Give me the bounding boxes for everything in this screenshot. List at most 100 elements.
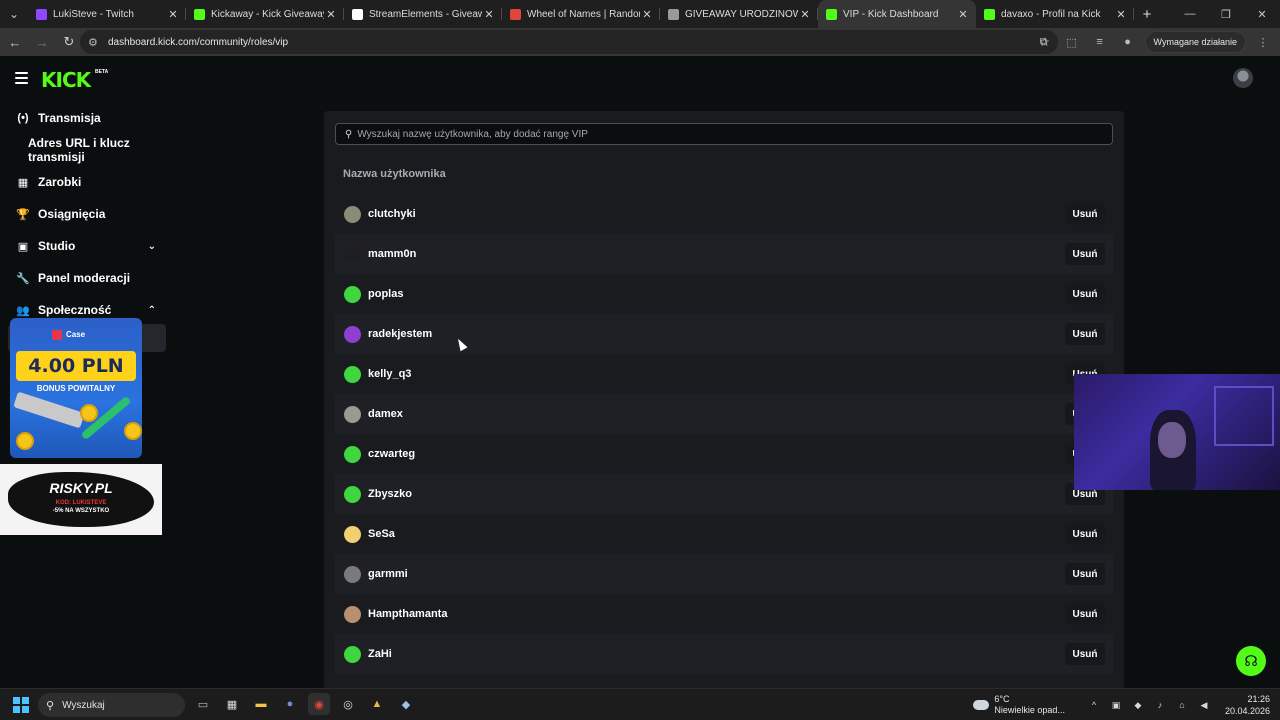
sidebar-item-4[interactable]: ▣ Studio ⌄ (0, 230, 170, 262)
profile-icon[interactable]: ● (1117, 36, 1139, 48)
close-window-icon[interactable]: ✕ (1244, 0, 1280, 28)
tab-close-icon[interactable]: ✕ (640, 8, 654, 21)
app-icon[interactable]: ▲ (366, 693, 388, 715)
vip-username[interactable]: mamm0n (368, 248, 1065, 260)
chevron-up-icon[interactable]: ⌃ (148, 305, 156, 316)
browser-tab[interactable]: LukiSteve - Twitch ✕ (28, 0, 186, 28)
taskbar-search[interactable]: ⚲ Wyszukaj (38, 693, 185, 717)
user-avatar[interactable] (344, 645, 361, 663)
windows-start-icon[interactable] (13, 697, 29, 713)
vip-username[interactable]: clutchyki (368, 208, 1065, 220)
tab-close-icon[interactable]: ✕ (956, 8, 970, 21)
remove-vip-button[interactable]: Usuń (1065, 283, 1105, 305)
user-avatar[interactable] (344, 285, 361, 303)
browser-tab[interactable]: davaxo - Profil na Kick ✕ (976, 0, 1134, 28)
tab-close-icon[interactable]: ✕ (482, 8, 496, 21)
risky-code: KOD: LUKISTEVE (55, 500, 107, 506)
vip-username[interactable]: czwarteg (368, 448, 1065, 460)
back-icon[interactable]: ← (3, 30, 27, 54)
vip-user-row: damexUsuń (335, 394, 1113, 434)
tab-title: davaxo - Profil na Kick (1001, 8, 1101, 20)
remove-vip-button[interactable]: Usuń (1065, 323, 1105, 345)
taskbar-clock[interactable]: 21:26 20.04.2026 (1225, 693, 1270, 717)
user-avatar[interactable] (344, 245, 361, 263)
hamburger-menu-icon[interactable] (15, 72, 28, 84)
user-avatar[interactable] (1233, 68, 1253, 88)
site-info-icon[interactable]: ⚙ (88, 36, 104, 49)
user-avatar[interactable] (344, 605, 361, 623)
vip-username[interactable]: damex (368, 408, 1065, 420)
remove-vip-button[interactable]: Usuń (1065, 243, 1105, 265)
maximize-icon[interactable]: ❐ (1208, 0, 1244, 28)
sidebar-item-1[interactable]: Adres URL i klucz transmisji (0, 134, 170, 166)
user-avatar[interactable] (344, 365, 361, 383)
volume-icon[interactable]: ◀ (1197, 700, 1211, 711)
extensions-icon[interactable]: ⬚ (1061, 36, 1083, 49)
chevron-down-icon[interactable]: ⌄ (148, 241, 156, 252)
remove-vip-button[interactable]: Usuń (1065, 603, 1105, 625)
tab-search-icon[interactable]: ⌄ (0, 0, 28, 28)
vip-username[interactable]: kelly_q3 (368, 368, 1065, 380)
vip-username[interactable]: Hampthamanta (368, 608, 1065, 620)
vip-username[interactable]: radekjestem (368, 328, 1065, 340)
tab-close-icon[interactable]: ✕ (324, 8, 338, 21)
user-avatar[interactable] (344, 405, 361, 423)
risky-discount: -5% NA WSZYSTKO (52, 508, 110, 514)
help-chat-button[interactable]: ☊ (1236, 646, 1266, 676)
discord-icon[interactable]: ● (279, 693, 301, 715)
share-icon[interactable]: ⧉ (1033, 36, 1055, 49)
media-icon[interactable]: ≡ (1089, 36, 1111, 48)
file-explorer-icon[interactable]: ▬ (250, 693, 272, 715)
chrome-icon[interactable]: ◉ (308, 693, 330, 715)
tray-chevron-icon[interactable]: ^ (1087, 700, 1101, 710)
sidebar-item-3[interactable]: 🏆 Osiągnięcia (0, 198, 170, 230)
vip-username[interactable]: Zbyszko (368, 488, 1065, 500)
vip-username[interactable]: poplas (368, 288, 1065, 300)
tab-title: VIP - Kick Dashboard (843, 8, 939, 20)
vip-search-box[interactable]: ⚲ (335, 123, 1113, 145)
steam-icon[interactable]: ◆ (395, 693, 417, 715)
new-tab-button[interactable]: + (1134, 6, 1160, 23)
required-action-button[interactable]: Wymagane działanie (1144, 31, 1246, 53)
browser-tab[interactable]: Wheel of Names | Random nam✕ (502, 0, 660, 28)
user-avatar[interactable] (344, 485, 361, 503)
app-icon[interactable]: ▦ (221, 693, 243, 715)
tray-app-icon[interactable]: ▣ (1109, 700, 1123, 711)
user-avatar[interactable] (344, 565, 361, 583)
user-avatar[interactable] (344, 205, 361, 223)
address-url[interactable]: dashboard.kick.com/community/roles/vip (108, 37, 288, 48)
remove-vip-button[interactable]: Usuń (1065, 523, 1105, 545)
browser-tab[interactable]: VIP - Kick Dashboard ✕ (818, 0, 976, 28)
browser-tab[interactable]: Kickaway - Kick Giveaway Tool✕ (186, 0, 344, 28)
browser-tab[interactable]: GIVEAWAY URODZINOWY ✕ (660, 0, 818, 28)
microphone-icon[interactable]: ♪ (1153, 700, 1167, 710)
vip-username[interactable]: ZaHi (368, 648, 1065, 660)
vip-search-input[interactable] (357, 128, 1112, 140)
task-view-icon[interactable]: ▭ (192, 693, 214, 715)
forward-icon[interactable]: → (30, 30, 54, 54)
kick-logo[interactable]: KICK (41, 68, 91, 92)
user-avatar[interactable] (344, 525, 361, 543)
sidebar-item-0[interactable]: (•) Transmisja (0, 102, 170, 134)
tab-close-icon[interactable]: ✕ (798, 8, 812, 21)
network-icon[interactable]: ⌂ (1175, 700, 1189, 710)
reload-icon[interactable]: ↻ (57, 30, 81, 54)
vip-username[interactable]: SeSa (368, 528, 1065, 540)
vip-username[interactable]: garmmi (368, 568, 1065, 580)
weather-widget[interactable]: 6°C Niewielkie opad... (973, 694, 1065, 716)
browser-tab[interactable]: StreamElements - Giveaways✕ (344, 0, 502, 28)
remove-vip-button[interactable]: Usuń (1065, 643, 1105, 665)
remove-vip-button[interactable]: Usuń (1065, 203, 1105, 225)
tab-close-icon[interactable]: ✕ (1114, 8, 1128, 21)
minimize-icon[interactable]: — (1172, 0, 1208, 28)
address-bar[interactable]: ⚙ dashboard.kick.com/community/roles/vip… (80, 30, 1058, 54)
user-avatar[interactable] (344, 325, 361, 343)
remove-vip-button[interactable]: Usuń (1065, 563, 1105, 585)
browser-menu-icon[interactable]: ⋮ (1252, 36, 1274, 49)
tray-app-icon[interactable]: ◆ (1131, 700, 1145, 711)
sidebar-item-5[interactable]: 🔧 Panel moderacji (0, 262, 170, 294)
app-icon[interactable]: ◎ (337, 693, 359, 715)
tab-close-icon[interactable]: ✕ (166, 8, 180, 21)
sidebar-item-2[interactable]: ▦ Zarobki (0, 166, 170, 198)
user-avatar[interactable] (344, 445, 361, 463)
